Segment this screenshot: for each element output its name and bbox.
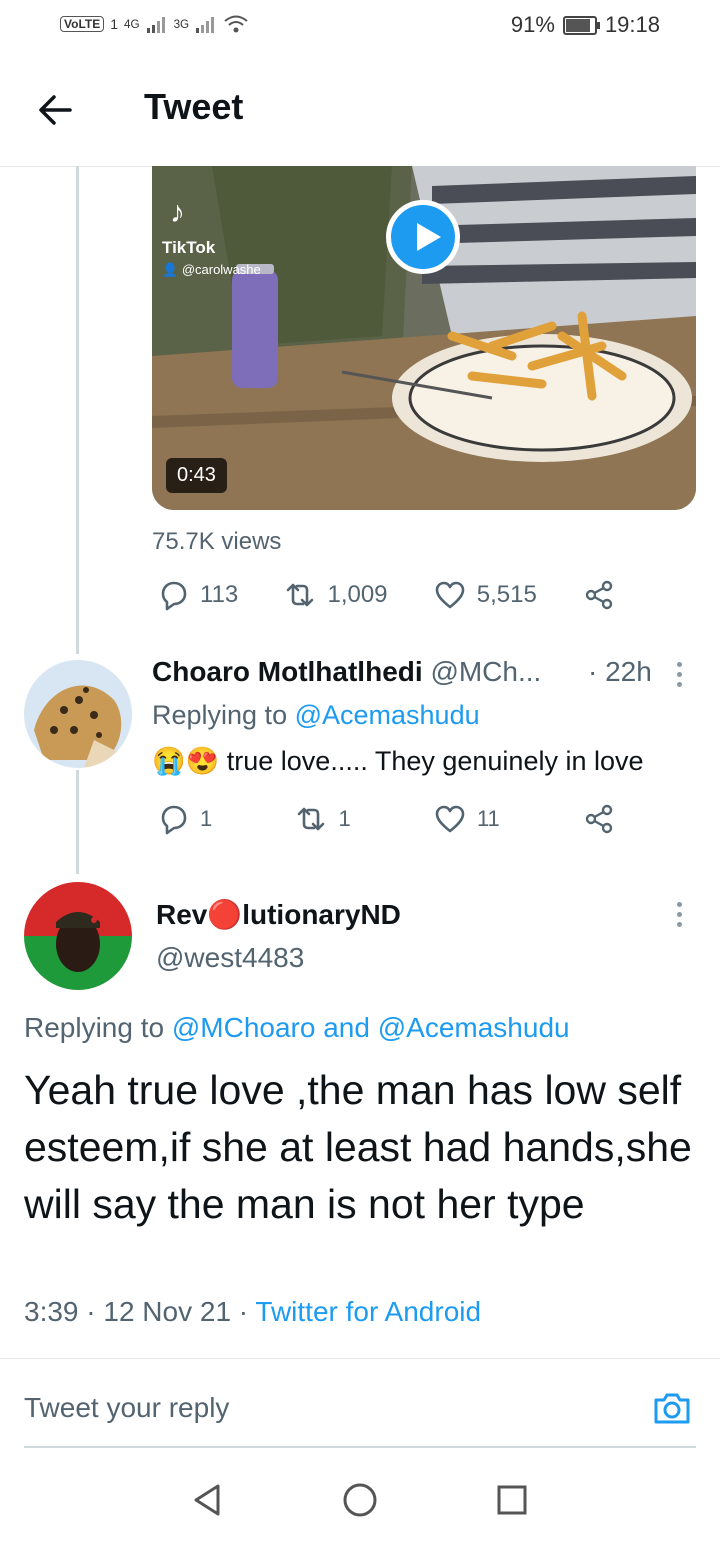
tiktok-handle: 👤 @carolwashe: [162, 262, 261, 277]
mention-link[interactable]: @Acemashudu: [295, 700, 480, 730]
tiktok-logo-icon: ♪: [170, 196, 185, 229]
replying-prefix: Replying to: [24, 1012, 172, 1043]
share-button[interactable]: [582, 578, 616, 612]
author-name[interactable]: Choaro Motlhatlhedi: [152, 656, 423, 687]
camera-button[interactable]: [652, 1388, 692, 1428]
nav-recents-icon[interactable]: [496, 1484, 528, 1516]
retweet-count: 1,009: [327, 581, 388, 608]
speech-bubble-icon: [161, 805, 187, 835]
replying-prefix: Replying to: [152, 700, 295, 730]
video-duration: 0:43: [166, 458, 227, 493]
nav-back-icon[interactable]: [190, 1482, 224, 1518]
signal-icon: [196, 17, 215, 33]
status-right: 91% 19:18: [511, 12, 660, 38]
replying-to: Replying to @Acemashudu: [152, 700, 480, 731]
sim-indicator: 1: [110, 16, 119, 32]
tiktok-handle-text: @carolwashe: [181, 262, 261, 277]
retweet-count: 1: [338, 806, 351, 831]
retweet-icon: [298, 807, 325, 831]
mention-link[interactable]: @MChoaro and @Acemashudu: [172, 1012, 570, 1043]
signal-icon: [146, 17, 165, 33]
network-2-label: 3G: [173, 17, 190, 31]
leopard-avatar-image: [24, 660, 132, 768]
thread-line: [76, 770, 79, 874]
speech-bubble-icon: [161, 581, 187, 611]
retweet-button[interactable]: 1,009: [283, 578, 388, 612]
battery-icon: [562, 15, 600, 35]
battery-fill: [565, 18, 590, 32]
emoji-group: 😭😍: [152, 746, 220, 776]
heart-icon: [435, 581, 465, 609]
top-app-bar: Tweet: [0, 56, 720, 167]
reply-count: 113: [200, 581, 239, 608]
tiktok-watermark: TikTok: [162, 238, 216, 257]
author-handle[interactable]: @west4483: [156, 942, 304, 974]
share-icon: [585, 580, 613, 610]
reply-actions: 1 1 11: [156, 802, 616, 836]
view-count: 75.7K views: [152, 528, 282, 555]
share-icon: [585, 804, 613, 834]
tweet-timestamp: 3:39 · 12 Nov 21 ·: [24, 1296, 256, 1327]
author-handle[interactable]: @MCh...: [430, 656, 541, 687]
more-options-icon[interactable]: [677, 662, 683, 687]
like-count: 5,515: [476, 581, 537, 608]
wifi-icon: [224, 15, 248, 33]
reply-input[interactable]: Tweet your reply: [24, 1392, 229, 1424]
like-button[interactable]: 5,515: [433, 578, 537, 612]
arrow-left-icon: [39, 95, 72, 125]
tweet-actions: 113 1,009 5,515: [156, 578, 616, 612]
nav-home-icon[interactable]: [342, 1482, 378, 1518]
replying-to: Replying to @MChoaro and @Acemashudu: [24, 1012, 570, 1044]
page-title: Tweet: [144, 86, 244, 127]
status-bar: VoLTE 1 4G 3G 91% 19:18: [0, 0, 720, 56]
avatar[interactable]: [24, 882, 132, 990]
back-button[interactable]: [32, 86, 80, 134]
status-left: VoLTE 1 4G 3G: [60, 14, 249, 34]
play-button[interactable]: [386, 200, 460, 274]
reply-button[interactable]: 113: [156, 578, 238, 612]
battery-percent: 91%: [510, 12, 555, 37]
volte-badge: VoLTE: [60, 16, 105, 32]
tweet-meta: 3:39 · 12 Nov 21 · Twitter for Android: [24, 1296, 481, 1328]
clock: 19:18: [604, 12, 660, 37]
reply-header: Choaro Motlhatlhedi @MCh...: [152, 656, 572, 688]
share-button[interactable]: [582, 802, 616, 836]
tweet-time: · 22h: [588, 656, 652, 687]
network-1-label: 4G: [124, 17, 140, 31]
tweet-text: 😭😍 true love..... They genuinely in love: [152, 745, 644, 777]
tweet-body: Yeah true love ,the man has low self est…: [24, 1067, 692, 1227]
tweet-body: true love..... They genuinely in love: [226, 746, 644, 776]
retweet-button[interactable]: 1: [294, 802, 351, 836]
thread-line: [76, 166, 79, 654]
avatar[interactable]: [24, 660, 132, 768]
system-nav-bar: [0, 1460, 720, 1541]
flag-avatar-image: [24, 882, 132, 990]
author-name[interactable]: Rev🔴lutionaryND: [156, 898, 401, 931]
like-button[interactable]: 11: [433, 802, 500, 836]
reply-button[interactable]: 1: [156, 802, 212, 836]
reply-underline: [24, 1446, 696, 1448]
heart-icon: [435, 805, 465, 833]
tweet-source[interactable]: Twitter for Android: [255, 1296, 481, 1327]
reply-count: 1: [200, 806, 213, 831]
retweet-icon: [287, 583, 314, 607]
camera-icon: [654, 1393, 690, 1424]
more-options-icon[interactable]: [677, 902, 683, 927]
like-count: 11: [476, 806, 500, 831]
